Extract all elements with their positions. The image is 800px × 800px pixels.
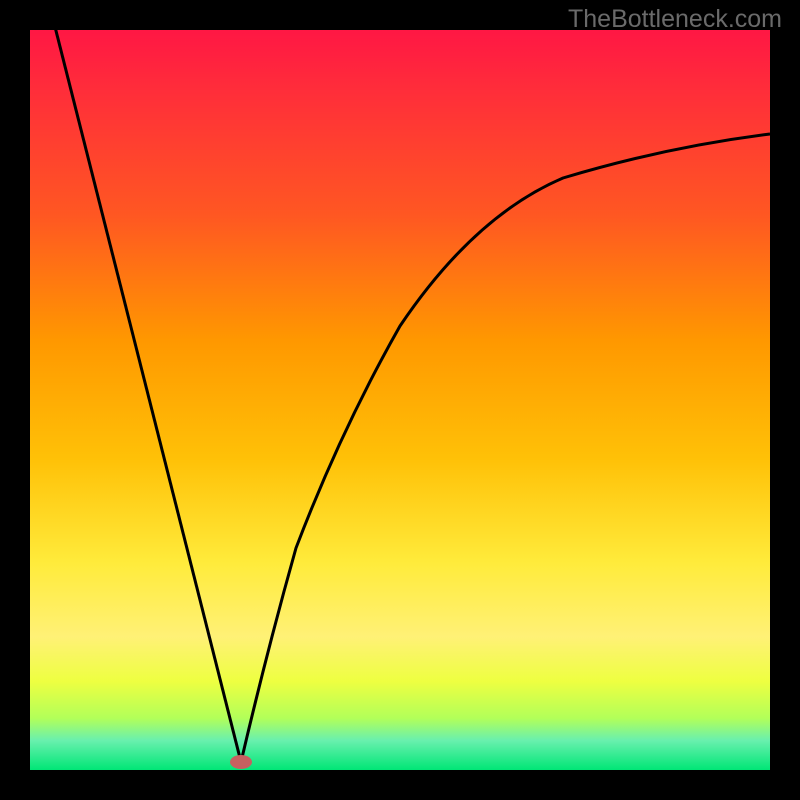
watermark-text: TheBottleneck.com: [568, 5, 782, 34]
curve-right-branch: [241, 134, 770, 762]
chart-plot-area: [30, 30, 770, 770]
curve-left-branch: [52, 15, 241, 762]
bottleneck-curve: [30, 30, 770, 770]
optimal-point-marker: [230, 755, 252, 769]
